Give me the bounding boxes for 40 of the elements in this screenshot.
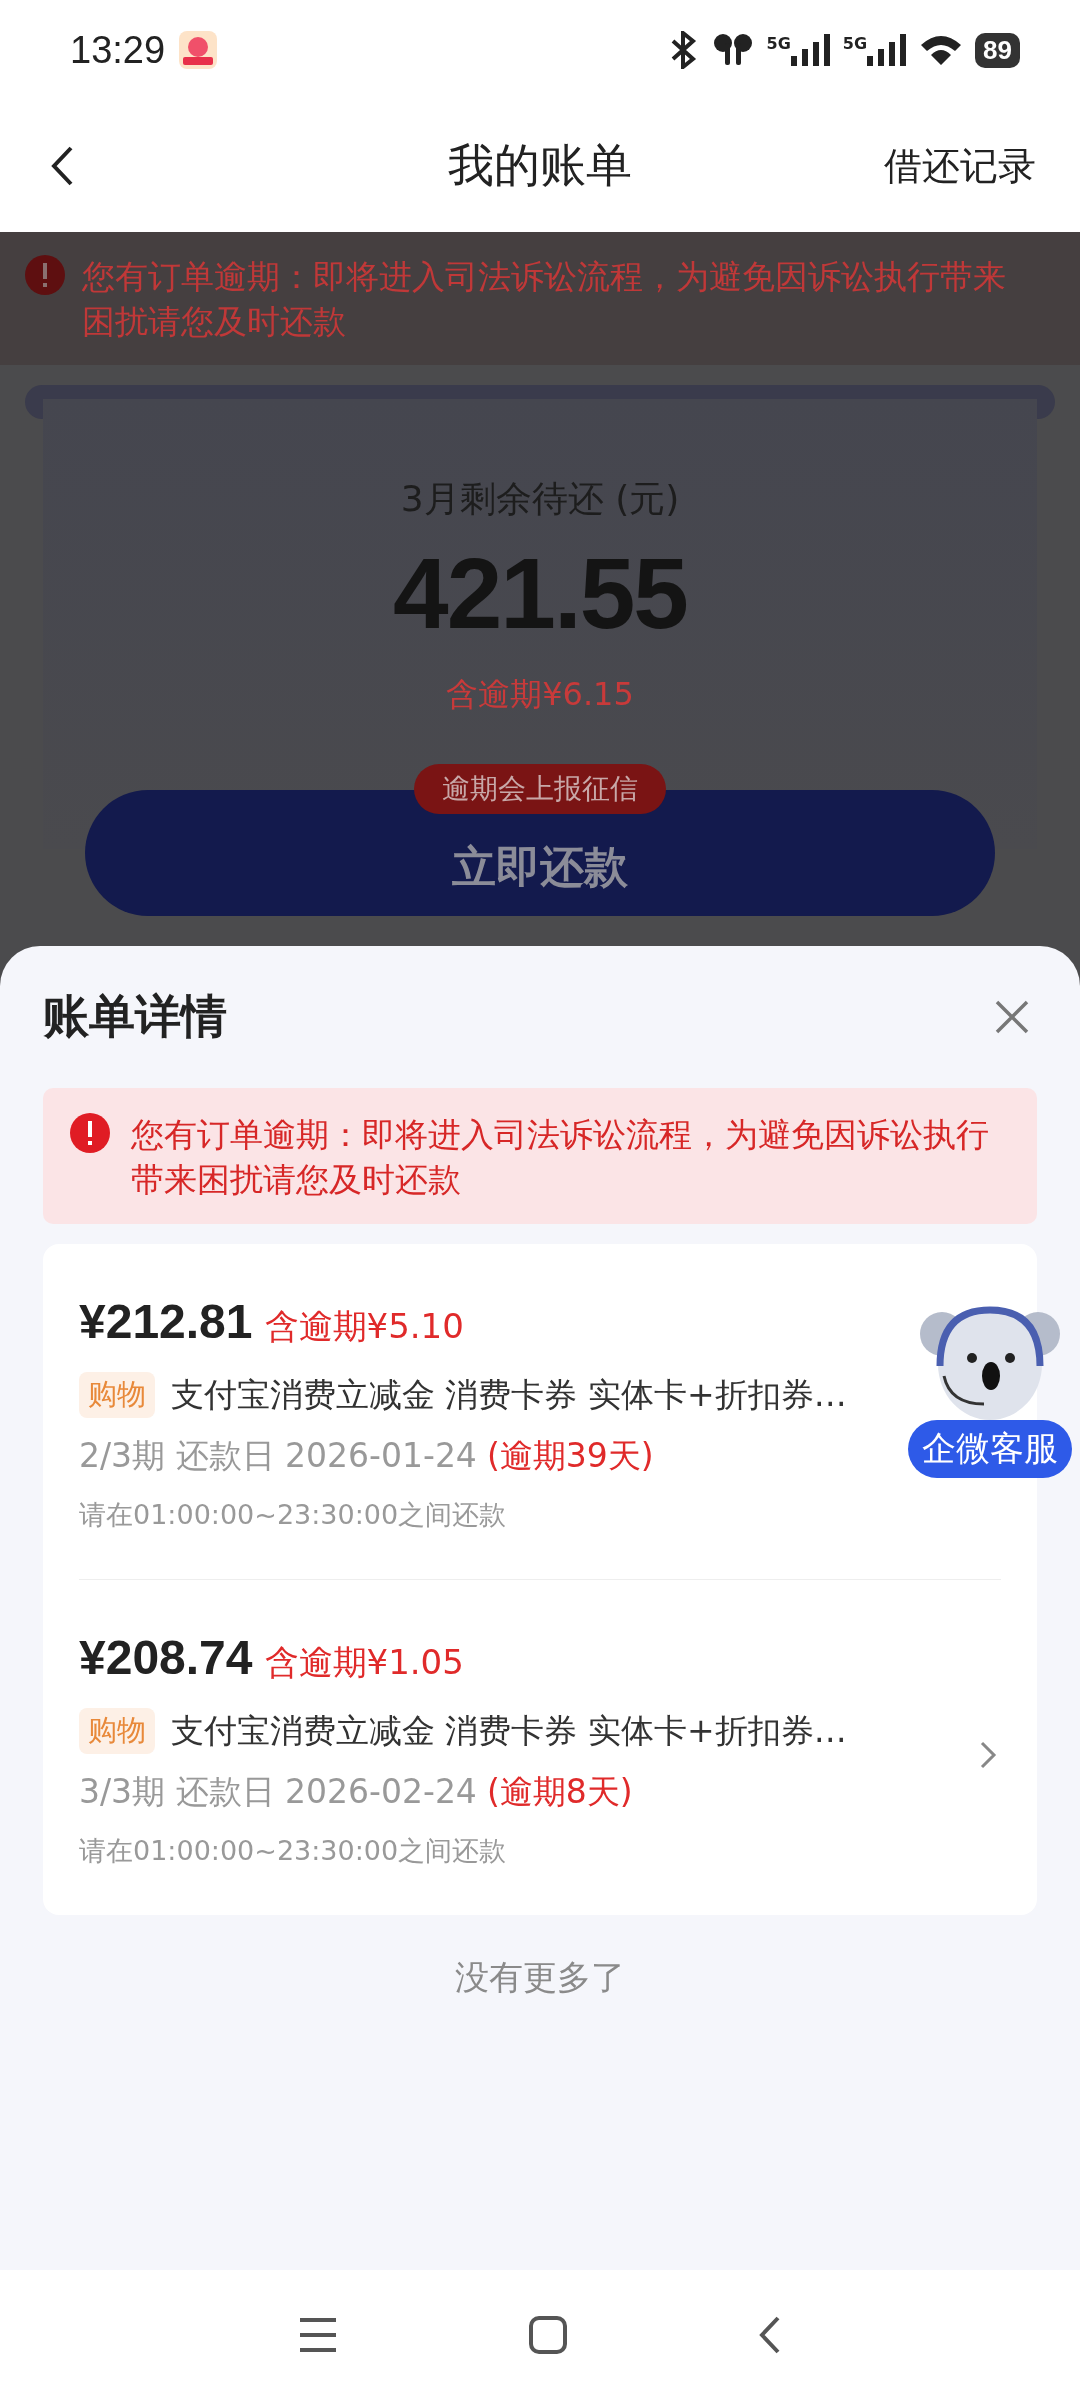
overdue-amount: 含逾期¥6.15: [446, 674, 634, 715]
category-tag: 购物: [79, 1708, 155, 1754]
remaining-amount: 421.55: [393, 536, 687, 651]
overdue-amount: 含逾期¥1.05: [264, 1641, 464, 1684]
due-date-text: 3/3期 还款日 2026-02-24: [79, 1771, 477, 1813]
bill-amount: ¥208.74: [79, 1630, 253, 1685]
warning-text: 您有订单逾期：即将进入司法诉讼流程，为避免因诉讼执行带来困扰请您及时还款: [131, 1114, 990, 1201]
category-tag: 购物: [79, 1372, 155, 1418]
sheet-title: 账单详情: [43, 988, 227, 1045]
back-icon[interactable]: [50, 145, 74, 187]
credit-warning-badge: 逾期会上报征信: [414, 764, 666, 814]
app-icon: [179, 31, 218, 69]
warning-icon: [24, 254, 66, 296]
bill-amount: ¥212.81: [79, 1294, 253, 1349]
customer-service-button[interactable]: 企微客服: [908, 1420, 1072, 1478]
menu-icon[interactable]: [298, 2317, 338, 2353]
network-label: 5G: [842, 34, 868, 53]
signal-icon: [867, 34, 908, 66]
status-time: 13:29: [70, 28, 166, 72]
page-title: 我的账单: [448, 138, 632, 192]
network-label: 5G: [766, 34, 791, 53]
bill-description: 支付宝消费立减金 消费卡券 实体卡+折扣券…: [171, 1373, 847, 1416]
overdue-amount: 含逾期¥5.10: [264, 1305, 464, 1348]
repay-hours-text: 请在01:00:00~23:30:00之间还款: [79, 1498, 508, 1532]
bill-description: 支付宝消费立减金 消费卡券 实体卡+折扣券…: [171, 1709, 847, 1752]
home-icon[interactable]: [528, 2315, 568, 2355]
history-link[interactable]: 借还记录: [884, 140, 1036, 192]
close-icon[interactable]: [995, 1000, 1029, 1034]
chevron-icon[interactable]: [979, 1740, 997, 1770]
overdue-days: (逾期8天): [486, 1770, 633, 1815]
battery-icon: 89: [975, 32, 1020, 68]
overdue-days: (逾期39天): [486, 1434, 654, 1479]
due-date-text: 2/3期 还款日 2026-01-24: [79, 1435, 477, 1477]
end-of-list-text: 没有更多了: [455, 1957, 625, 1997]
warning-icon: [69, 1112, 111, 1154]
signal-icon: [790, 34, 831, 66]
warning-text: 您有订单逾期：即将进入司法诉讼流程，为避免因诉讼执行带来困扰请您及时还款: [82, 256, 1007, 343]
back-icon[interactable]: [758, 2315, 782, 2355]
wifi-icon: [919, 33, 964, 67]
repay-hours-text: 请在01:00:00~23:30:00之间还款: [79, 1834, 508, 1868]
